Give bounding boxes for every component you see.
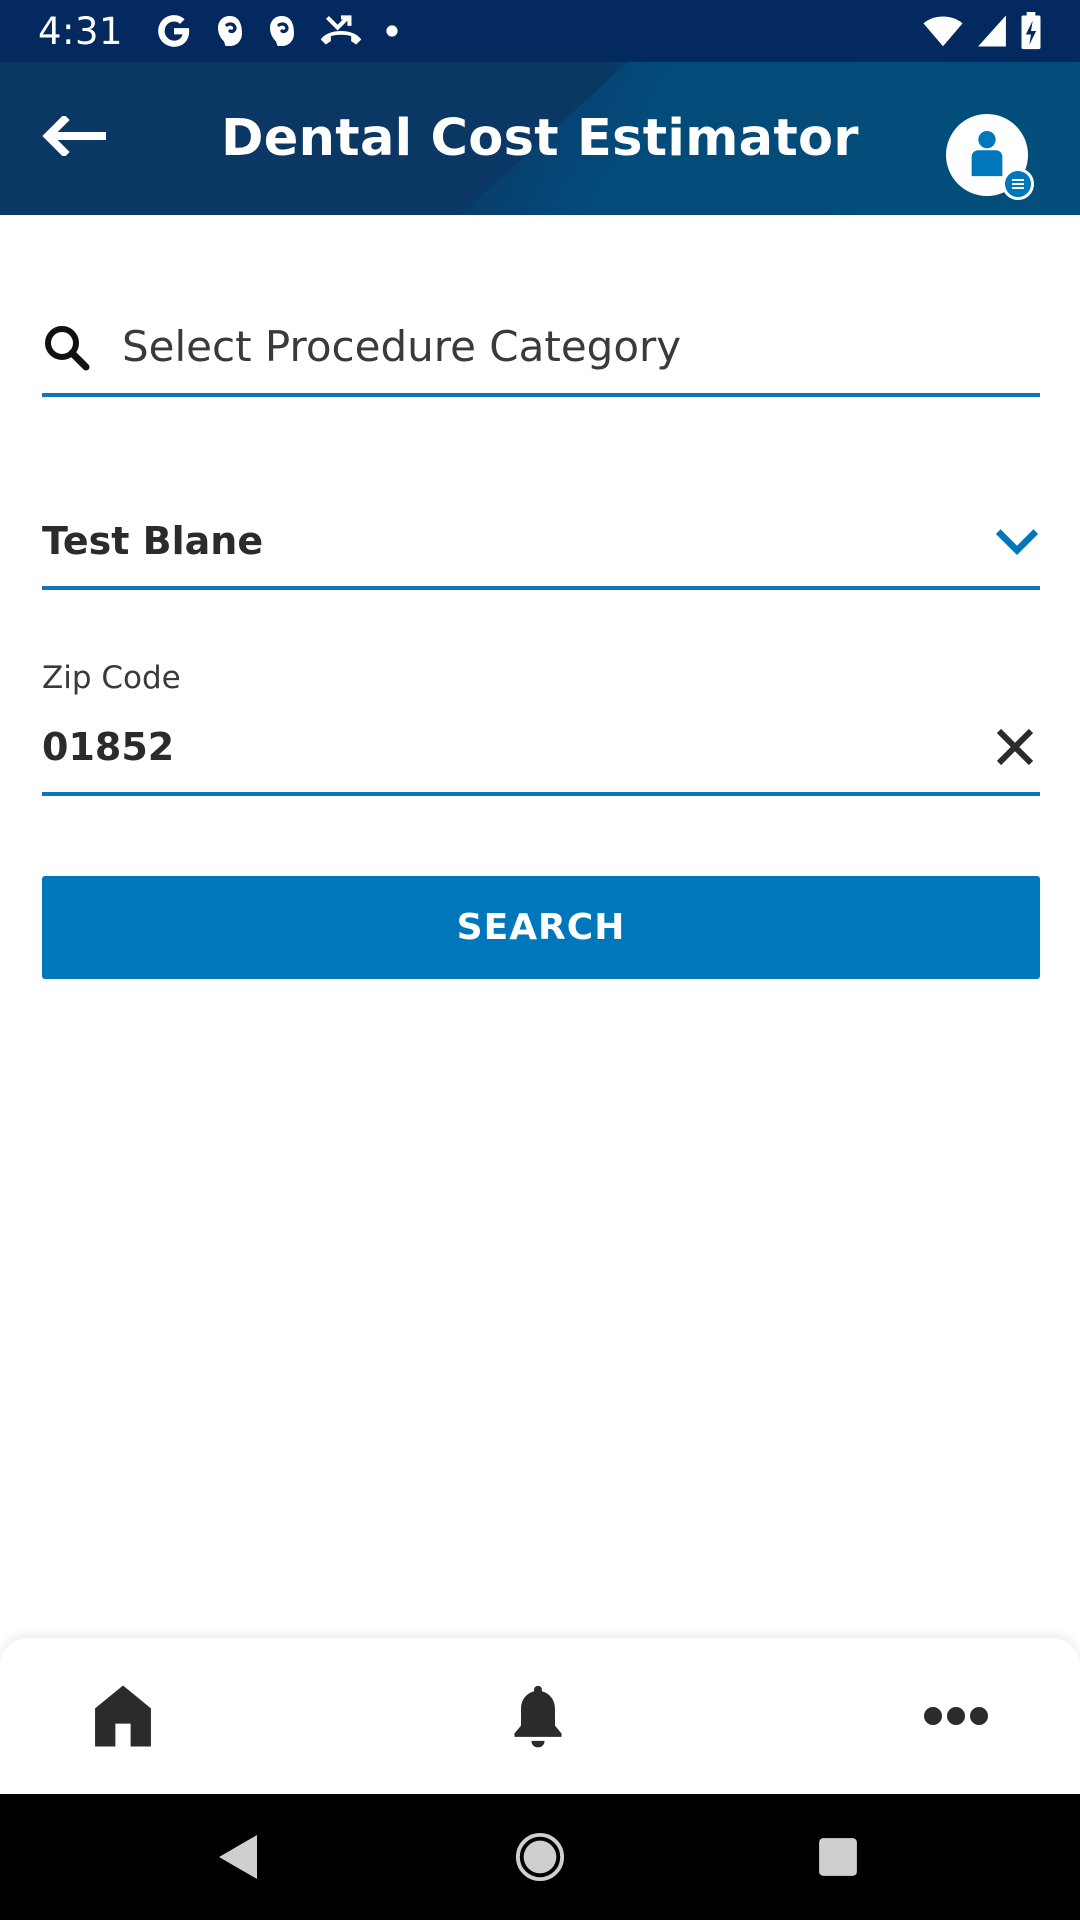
nav-alerts[interactable] [468,1638,608,1794]
chevron-down-icon [994,526,1040,556]
home-icon [95,1685,151,1747]
menu-badge-icon [1002,168,1034,200]
zip-code-label: Zip Code [42,660,181,696]
dot-icon [385,24,399,38]
battery-charging-icon [1020,12,1042,50]
system-back-button[interactable] [178,1794,298,1920]
google-icon [155,12,193,50]
system-navigation-bar [0,1794,1080,1920]
member-select-value: Test Blane [42,518,264,563]
user-profile-icon [971,130,1003,177]
system-recents-button[interactable] [778,1794,898,1920]
status-notification-icons [155,12,399,50]
page-title: Dental Cost Estimator [221,109,859,168]
app-notification-icon [215,14,245,48]
zip-code-field [42,702,1040,796]
back-triangle-icon [219,1835,257,1879]
app-bar: Dental Cost Estimator [0,62,1080,215]
zip-code-input[interactable] [42,707,902,787]
member-select-dropdown[interactable]: Test Blane [42,495,1040,590]
profile-button[interactable] [946,114,1034,200]
search-button[interactable]: SEARCH [42,876,1040,979]
nav-more[interactable] [886,1638,1026,1794]
more-horizontal-icon [924,1707,988,1725]
status-time: 4:31 [38,9,124,53]
bottom-navigation [0,1638,1080,1794]
procedure-search-input[interactable] [122,301,1002,392]
cell-signal-icon [976,14,1008,48]
wifi-icon [922,14,964,48]
bell-icon [514,1685,562,1748]
missed-call-icon [319,13,363,49]
nav-home[interactable] [53,1638,193,1794]
status-system-icons [922,12,1042,50]
status-bar: 4:31 [0,0,1080,62]
close-icon [996,728,1034,766]
recents-square-icon [819,1838,857,1876]
procedure-search-field [42,300,1040,397]
app-notification-icon [267,14,297,48]
search-icon [42,323,122,371]
system-home-button[interactable] [480,1794,600,1920]
screen: 4:31 Dental Cost Estimator Select Proced… [0,0,1080,1920]
home-circle-icon [515,1832,565,1882]
clear-zip-button[interactable] [990,717,1040,777]
